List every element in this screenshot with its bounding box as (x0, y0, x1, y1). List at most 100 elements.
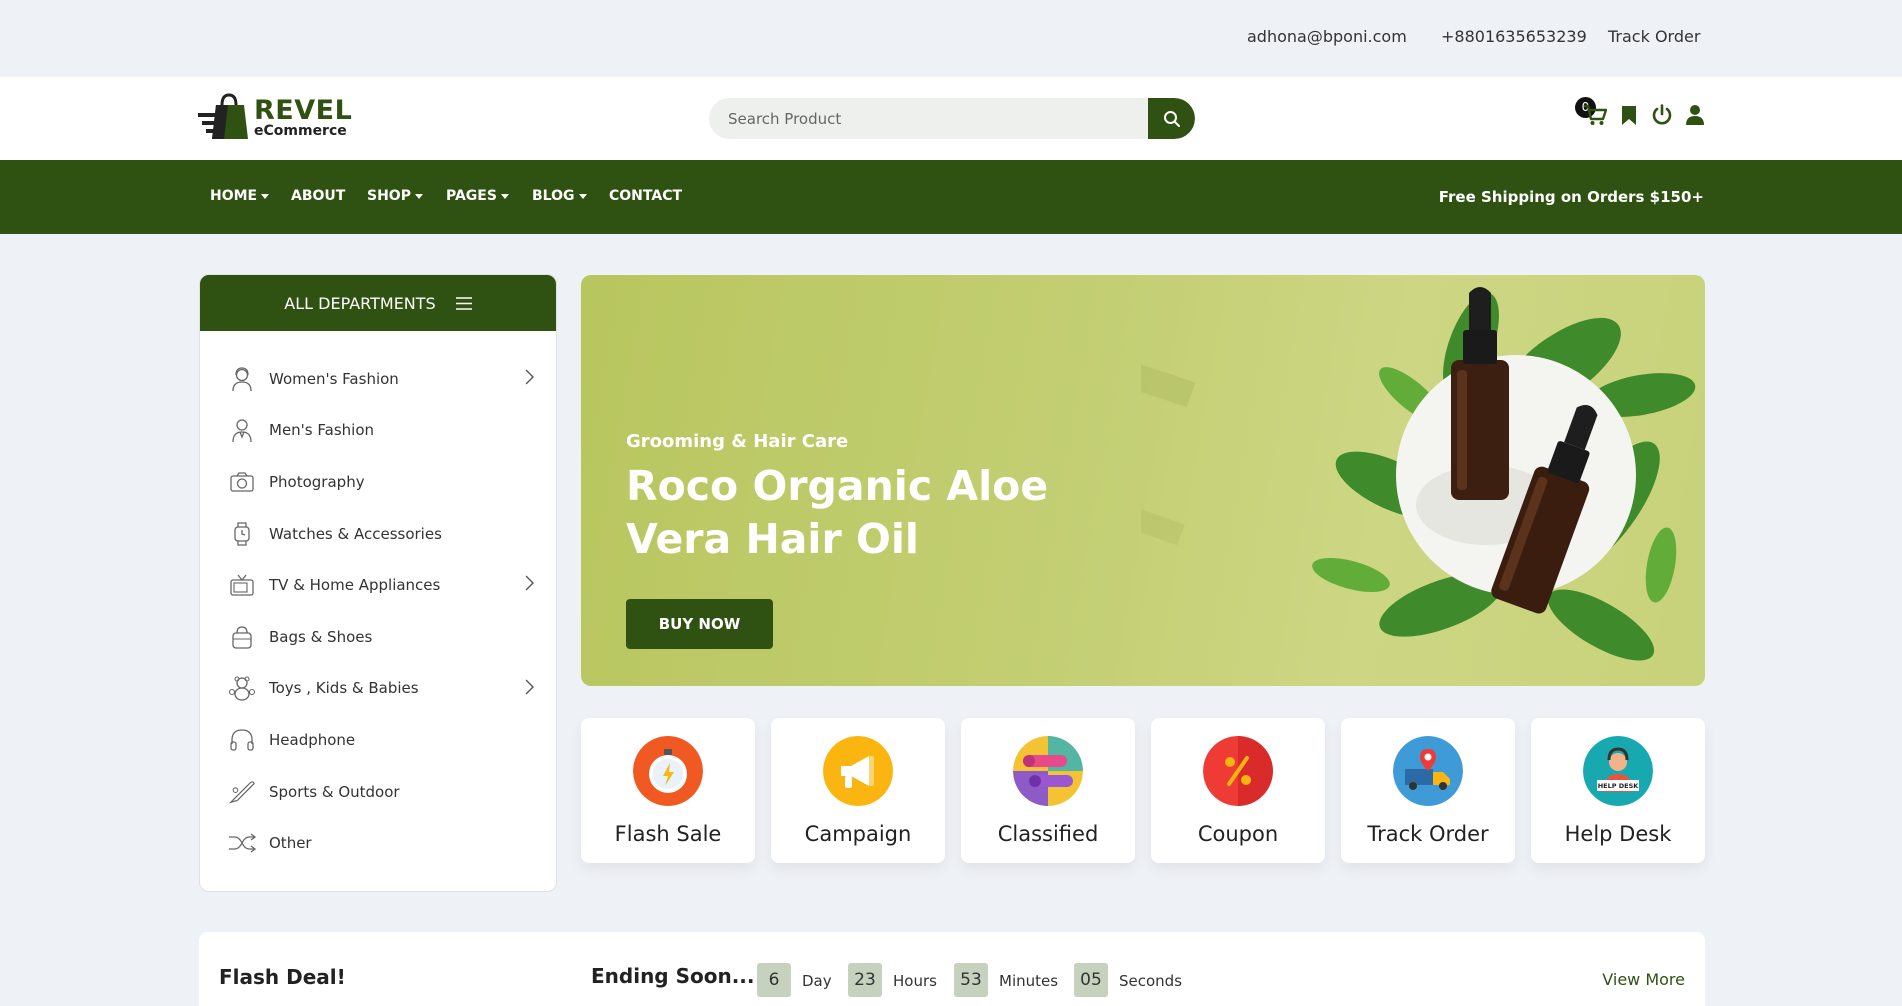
department-item-watches[interactable]: Watches & Accessories (200, 508, 556, 560)
headset-icon: HELP DESK (1583, 736, 1653, 806)
search-icon (1163, 110, 1180, 127)
department-item-headphone[interactable]: Headphone (200, 714, 556, 766)
search-input[interactable] (709, 98, 1149, 139)
feature-card-track-order[interactable]: Track Order (1341, 718, 1515, 863)
user-icon[interactable] (1685, 104, 1705, 126)
nav-home-label: HOME (210, 188, 258, 204)
nav-about[interactable]: ABOUT (291, 188, 345, 204)
department-label: Watches & Accessories (269, 524, 442, 543)
search-button[interactable] (1148, 98, 1195, 139)
feature-label: Coupon (1197, 822, 1279, 846)
buy-now-button[interactable]: BUY NOW (626, 599, 773, 649)
headphone-icon (228, 726, 256, 754)
main-nav: HOME ABOUT SHOP PAGES BLOG CONTACT Free … (0, 160, 1902, 234)
countdown-days-label: Day (802, 972, 832, 990)
hero-banner: Grooming & Hair Care Roco Organic Aloe V… (581, 275, 1705, 686)
countdown-days: 6 (757, 963, 791, 997)
countdown-seconds-label: Seconds (1119, 972, 1183, 990)
feature-cards: Flash Sale Campaign Classified Coupon Tr… (581, 718, 1705, 863)
department-label: Sports & Outdoor (269, 782, 400, 801)
caret-down-icon (578, 193, 587, 199)
percent-icon (1203, 736, 1273, 806)
departments-list: Women's Fashion Men's Fashion Photograph… (200, 331, 556, 869)
department-item-photography[interactable]: Photography (200, 456, 556, 508)
list-icon (1013, 736, 1083, 806)
department-label: Toys , Kids & Babies (269, 679, 419, 698)
shopping-bag-logo-icon (198, 93, 248, 139)
cart-icon[interactable] (1583, 104, 1607, 126)
countdown-minutes-label: Minutes (999, 972, 1059, 990)
feature-label: Flash Sale (614, 822, 722, 846)
contact-email[interactable]: adhona@bponi.com (1247, 27, 1407, 46)
countdown-hours: 23 (848, 963, 882, 997)
nav-shop[interactable]: SHOP (367, 188, 423, 204)
feature-label: Campaign (804, 822, 912, 846)
feature-card-help-desk[interactable]: HELP DESK Help Desk (1531, 718, 1705, 863)
chevron-right-icon (525, 679, 534, 695)
department-item-sports-outdoor[interactable]: Sports & Outdoor (200, 766, 556, 818)
department-label: Men's Fashion (269, 421, 374, 440)
feature-label: Classified (997, 822, 1099, 846)
nav-home[interactable]: HOME (210, 188, 270, 204)
delivery-truck-icon (1393, 736, 1463, 806)
ending-soon-label: Ending Soon... (591, 964, 755, 988)
logo-brand: REVEL (254, 95, 353, 126)
caret-down-icon (500, 193, 509, 199)
departments-panel: ALL DEPARTMENTS Women's Fashion Men's Fa… (199, 274, 557, 892)
chevron-right-icon (525, 575, 534, 591)
countdown-seconds: 05 (1074, 963, 1108, 997)
header: REVEL eCommerce 0 (0, 77, 1902, 160)
department-label: TV & Home Appliances (269, 576, 441, 595)
department-item-bags-shoes[interactable]: Bags & Shoes (200, 611, 556, 663)
watch-icon (228, 520, 256, 548)
feature-label: Track Order (1367, 822, 1489, 846)
nav-pages[interactable]: PAGES (446, 188, 509, 204)
nav-contact[interactable]: CONTACT (609, 188, 682, 204)
view-more-link[interactable]: View More (1602, 970, 1685, 989)
menu-icon (455, 296, 472, 310)
top-bar: adhona@bponi.com +8801635653239 Track Or… (0, 0, 1902, 77)
free-shipping-promo: Free Shipping on Orders $150+ (1438, 188, 1704, 206)
man-icon (228, 416, 256, 444)
track-order-link[interactable]: Track Order (1608, 27, 1700, 46)
stopwatch-icon (633, 736, 703, 806)
svg-text:HELP DESK: HELP DESK (1598, 782, 1640, 790)
logo-subtitle: eCommerce (254, 123, 347, 139)
department-item-mens-fashion[interactable]: Men's Fashion (200, 405, 556, 457)
department-item-other[interactable]: Other (200, 817, 556, 869)
department-label: Bags & Shoes (269, 627, 373, 646)
camera-icon (228, 468, 256, 496)
department-label: Photography (269, 472, 365, 491)
nav-blog-label: BLOG (532, 188, 575, 204)
logo[interactable]: REVEL eCommerce (198, 93, 352, 143)
countdown-minutes: 53 (954, 963, 988, 997)
department-item-womens-fashion[interactable]: Women's Fashion (200, 353, 556, 405)
countdown-hours-label: Hours (893, 972, 937, 990)
bookmark-icon[interactable] (1621, 105, 1637, 126)
departments-title: ALL DEPARTMENTS (284, 293, 436, 313)
power-icon[interactable] (1651, 104, 1673, 126)
department-label: Other (269, 834, 312, 853)
contact-phone[interactable]: +8801635653239 (1441, 27, 1587, 46)
teddy-bear-icon (228, 674, 256, 702)
department-label: Headphone (269, 730, 356, 749)
woman-icon (228, 365, 256, 393)
caret-down-icon (414, 193, 423, 199)
feature-card-coupon[interactable]: Coupon (1151, 718, 1325, 863)
shuffle-icon (228, 829, 256, 857)
departments-header[interactable]: ALL DEPARTMENTS (200, 275, 556, 331)
feature-card-classified[interactable]: Classified (961, 718, 1135, 863)
banner-subtitle: Grooming & Hair Care (626, 431, 849, 452)
megaphone-icon (823, 736, 893, 806)
flash-deal-title: Flash Deal! (219, 965, 346, 989)
bag-icon (228, 623, 256, 651)
feature-card-campaign[interactable]: Campaign (771, 718, 945, 863)
caret-down-icon (261, 193, 270, 199)
feature-card-flash-sale[interactable]: Flash Sale (581, 718, 755, 863)
department-label: Women's Fashion (269, 369, 399, 388)
nav-pages-label: PAGES (446, 188, 497, 204)
department-item-tv-home-appliances[interactable]: TV & Home Appliances (200, 559, 556, 611)
nav-blog[interactable]: BLOG (532, 188, 587, 204)
nav-shop-label: SHOP (367, 188, 411, 204)
department-item-toys-kids-babies[interactable]: Toys , Kids & Babies (200, 663, 556, 715)
